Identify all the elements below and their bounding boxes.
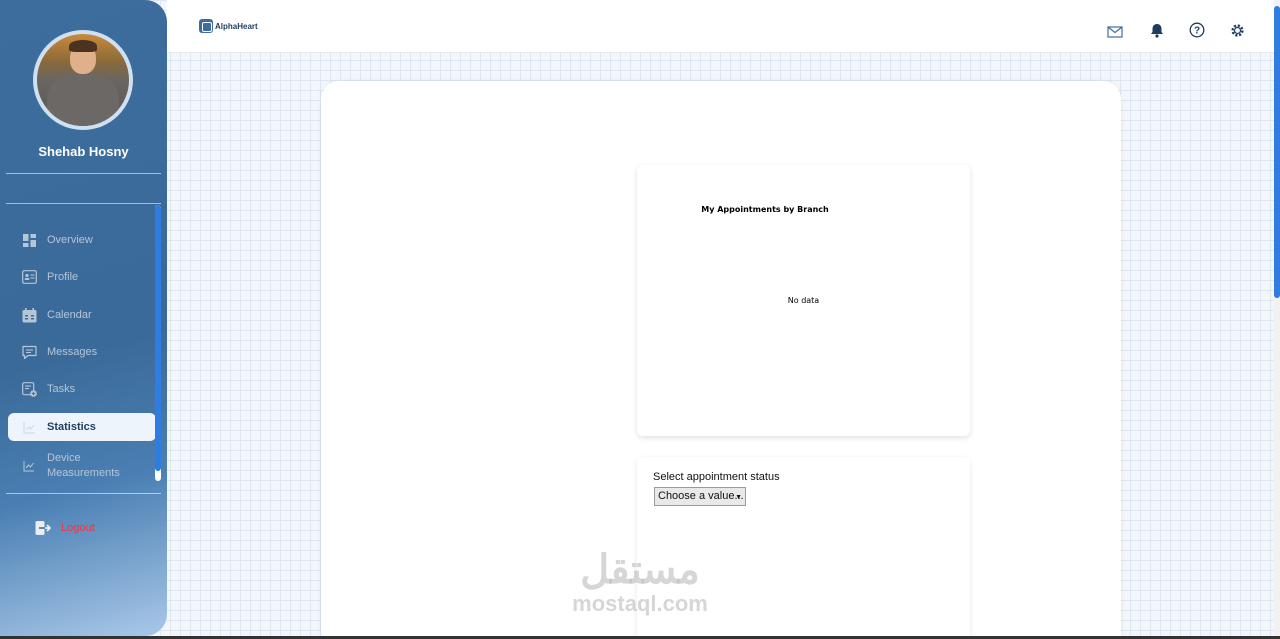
status-select[interactable]: Choose a value... ▼ — [654, 487, 746, 506]
sidebar-item-label: Device Measurements — [47, 452, 120, 479]
divider — [6, 493, 161, 494]
sidebar-item-tasks[interactable]: Tasks — [8, 375, 156, 403]
sidebar-item-label: Messages — [47, 346, 98, 358]
sidebar-item-label: Tasks — [47, 383, 76, 395]
brand-logo[interactable]: AlphaHeart — [199, 19, 258, 33]
sidebar-item-calendar[interactable]: Calendar — [8, 301, 156, 329]
sidebar-item-device-measurements[interactable]: Device Measurements — [8, 448, 156, 484]
logout-button[interactable]: Logout — [35, 520, 95, 536]
avatar[interactable] — [37, 34, 129, 126]
sidebar-item-profile[interactable]: Profile — [8, 263, 156, 291]
brand-name: AlphaHeart — [215, 21, 258, 31]
chart-empty-message: No data — [787, 296, 820, 305]
chevron-down-icon: ▼ — [735, 494, 742, 501]
sidebar-item-statistics[interactable]: Statistics — [8, 413, 156, 441]
bell-icon[interactable] — [1148, 21, 1166, 39]
tasks-icon — [21, 381, 37, 397]
top-header: AlphaHeart ? — [167, 0, 1277, 53]
appointments-chart-card: My Appointments by Branch No data — [637, 165, 970, 436]
page-scrollbar[interactable] — [1274, 0, 1280, 639]
logout-label: Logout — [61, 522, 95, 534]
avatar-frame — [33, 30, 133, 130]
sidebar: Shehab Hosny Overview Profile Calendar M… — [0, 0, 167, 636]
help-icon[interactable]: ? — [1188, 21, 1206, 39]
sidebar-item-messages[interactable]: Messages — [8, 338, 156, 366]
settings-icon[interactable] — [1228, 21, 1246, 39]
sidebar-item-overview[interactable]: Overview — [8, 226, 156, 254]
alphaheart-logo-icon — [199, 19, 213, 33]
calendar-icon — [21, 307, 37, 323]
profile-card-icon — [21, 269, 37, 285]
logout-icon — [35, 520, 52, 536]
divider — [6, 173, 161, 174]
chart-icon — [21, 419, 37, 435]
sidebar-item-label: Profile — [47, 271, 79, 283]
watermark-arabic: مستقل — [580, 548, 700, 592]
status-select-value: Choose a value... — [658, 490, 744, 502]
sidebar-item-label: Calendar — [47, 309, 92, 321]
user-name: Shehab Hosny — [38, 144, 129, 159]
divider — [6, 203, 161, 204]
watermark-latin: mostaql.com — [572, 591, 708, 616]
sidebar-scrollbar[interactable] — [155, 205, 161, 481]
chart-title: My Appointments by Branch — [701, 205, 829, 214]
message-icon — [21, 344, 37, 360]
sidebar-item-label: Statistics — [47, 421, 96, 433]
mail-icon[interactable] — [1106, 23, 1124, 41]
svg-text:?: ? — [1194, 26, 1200, 37]
dashboard-icon — [21, 232, 37, 248]
line-chart-icon — [21, 458, 37, 474]
status-filter-label: Select appointment status — [653, 471, 780, 483]
watermark: مستقل mostaql.com — [540, 548, 740, 616]
sidebar-item-label: Overview — [47, 234, 93, 246]
